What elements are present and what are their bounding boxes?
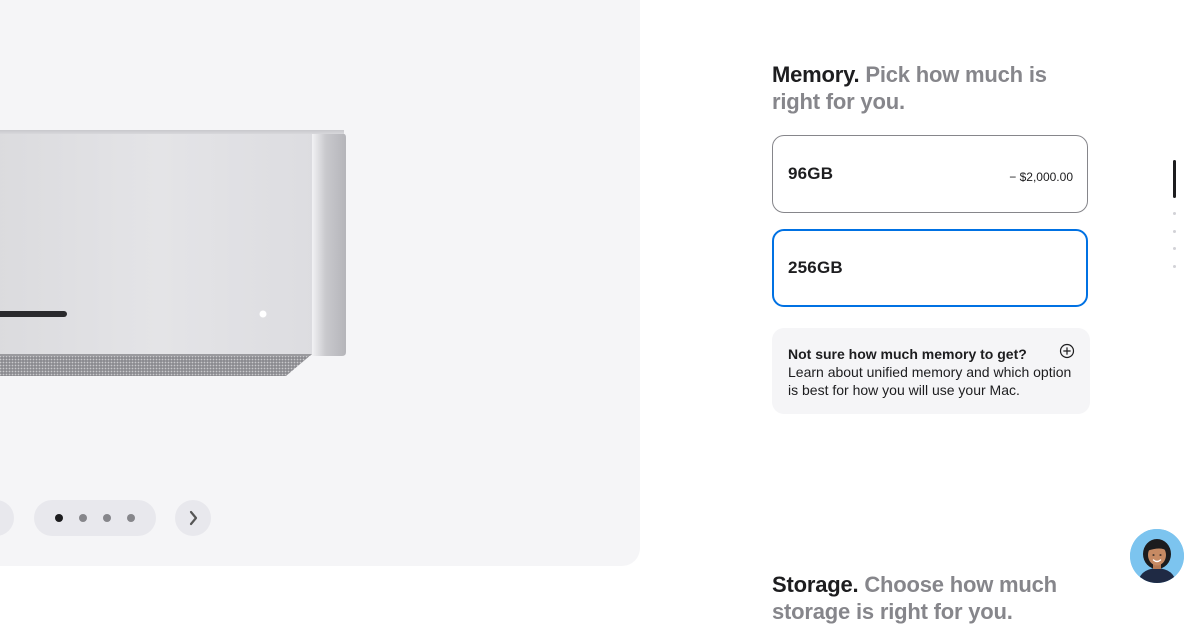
specialist-avatar-icon: [1130, 529, 1184, 583]
progress-dot[interactable]: [1173, 230, 1176, 233]
chevron-right-icon: [189, 510, 198, 526]
chevron-left-icon: [0, 510, 2, 526]
chat-specialist-button[interactable]: [1130, 529, 1184, 583]
storage-section-title: Storage. Choose how much storage is righ…: [772, 571, 1092, 625]
product-gallery: [0, 0, 640, 566]
gallery-dotnav: [34, 500, 156, 536]
gallery-dot-2[interactable]: [79, 514, 87, 522]
memory-help-text: Learn about unified memory and which opt…: [788, 364, 1072, 398]
memory-option-96gb[interactable]: 96GB − $2,000.00: [772, 135, 1088, 213]
memory-option-256gb[interactable]: 256GB: [772, 229, 1088, 307]
gallery-dot-1[interactable]: [55, 514, 63, 522]
memory-help-question: Not sure how much memory to get?: [788, 346, 1027, 362]
memory-option-label: 96GB: [788, 164, 834, 183]
memory-option-label: 256GB: [788, 258, 843, 277]
gallery-dot-3[interactable]: [103, 514, 111, 522]
previous-image-button[interactable]: [0, 500, 14, 536]
progress-active-indicator: [1173, 160, 1176, 198]
memory-section-title: Memory. Pick how much is right for you.: [772, 61, 1092, 115]
memory-option-price: − $2,000.00: [1009, 170, 1073, 184]
progress-dot[interactable]: [1173, 247, 1176, 250]
next-image-button[interactable]: [175, 500, 211, 536]
mac-studio-image: [0, 130, 346, 376]
memory-help-card[interactable]: Not sure how much memory to get? Learn a…: [772, 328, 1090, 414]
gallery-dot-4[interactable]: [127, 514, 135, 522]
gallery-paddlenav: [0, 500, 640, 540]
section-progress-nav: [1172, 160, 1178, 272]
progress-dot[interactable]: [1173, 212, 1176, 215]
progress-dot[interactable]: [1173, 265, 1176, 268]
memory-title: Memory.: [772, 62, 860, 87]
plus-circle-icon[interactable]: [1059, 343, 1075, 359]
storage-title: Storage.: [772, 572, 859, 597]
